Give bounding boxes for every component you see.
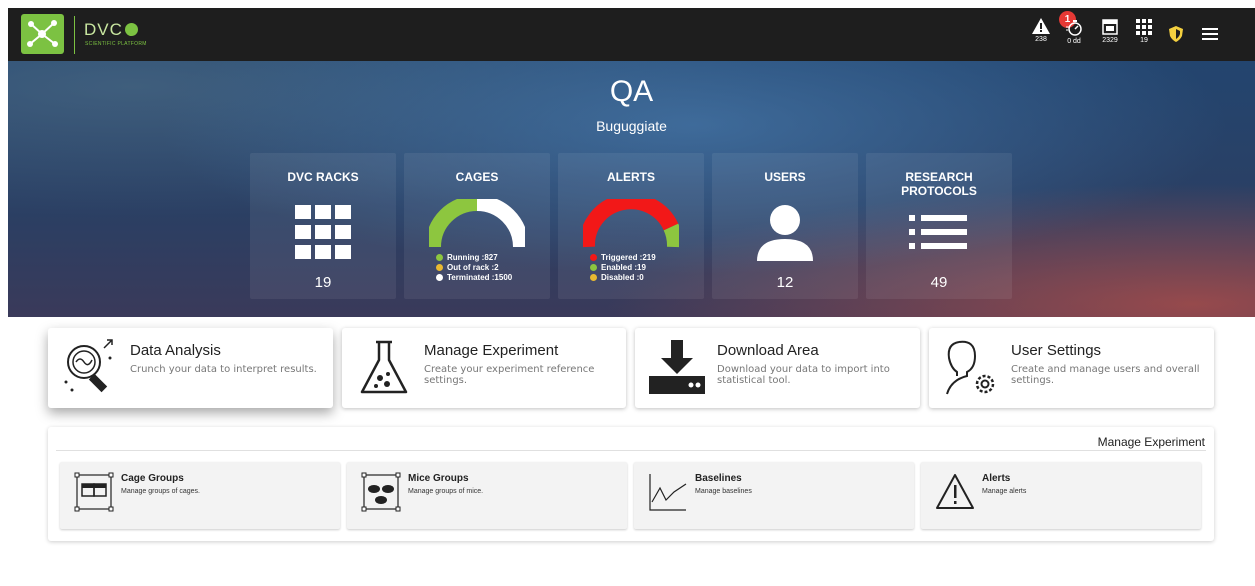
facility-location: Buguggiate — [596, 118, 667, 134]
stat-alerts[interactable]: ALERTS Triggered :219 Enabled :19 Disabl… — [558, 153, 704, 299]
mice-group-icon — [361, 472, 401, 512]
magnifier-chart-icon — [64, 339, 113, 393]
tile-title: Baselines — [695, 473, 742, 484]
stopwatch-icon — [1066, 20, 1082, 36]
stat-racks-value: 19 — [314, 274, 332, 291]
tile-cage-groups[interactable]: Cage Groups Manage groups of cages. — [60, 462, 340, 529]
logo-icon[interactable] — [21, 14, 64, 54]
racks-grid-icon — [295, 205, 351, 259]
stat-cages-title: CAGES — [455, 170, 499, 184]
menu-icon — [1202, 28, 1218, 40]
user-gear-icon — [946, 340, 995, 395]
facility-title: QA — [609, 75, 654, 108]
brand-subtitle: SCIENTIFIC PLATFORM — [85, 41, 147, 47]
legend-enabled: Enabled :19 — [601, 263, 646, 272]
card-title: Data Analysis — [130, 342, 221, 359]
user-icon — [757, 205, 813, 261]
cage-group-icon — [74, 472, 114, 512]
legend-triggered: Triggered :219 — [601, 253, 656, 262]
cages-gauge — [429, 199, 525, 248]
legend-running: Running :827 — [447, 253, 498, 262]
tile-title: Mice Groups — [408, 473, 469, 484]
logo-divider — [74, 16, 75, 54]
cages-toolbar-item[interactable]: 2329 — [1095, 18, 1125, 44]
cages-count: 2329 — [1102, 37, 1118, 44]
tile-alerts[interactable]: Alerts Manage alerts — [921, 462, 1201, 529]
card-description: Create your experiment reference setting… — [424, 364, 595, 386]
tile-mice-groups[interactable]: Mice Groups Manage groups of mice. — [347, 462, 627, 529]
brand-name: DVC — [84, 20, 138, 40]
line-chart-icon — [649, 474, 687, 511]
flask-icon — [360, 340, 408, 394]
manage-experiment-section: Manage Experiment Cage Groups Manage gro… — [48, 427, 1214, 541]
stat-cages[interactable]: CAGES Running :827 Out of rack :2 Termin… — [404, 153, 550, 299]
stat-users-value: 12 — [776, 274, 794, 291]
top-navbar: DVC SCIENTIFIC PLATFORM 238 1 0 dd 2329 … — [8, 8, 1255, 61]
security-toolbar-item[interactable] — [1161, 25, 1191, 43]
card-description: Create and manage users and overall sett… — [1011, 364, 1200, 386]
timer-value: 0 dd — [1067, 38, 1081, 45]
timer-toolbar-item[interactable]: 0 dd — [1059, 19, 1089, 45]
shield-icon — [1169, 26, 1183, 42]
legend-out-of-rack: Out of rack :2 — [447, 263, 499, 272]
tile-description: Manage alerts — [982, 488, 1027, 495]
section-title: Manage Experiment — [1097, 435, 1205, 449]
stat-dvc-racks[interactable]: DVC RACKS 19 — [250, 153, 396, 299]
card-description: Crunch your data to interpret results. — [130, 364, 317, 375]
racks-count: 19 — [1140, 37, 1148, 44]
warning-icon — [1032, 18, 1050, 34]
tile-description: Manage groups of cages. — [121, 488, 200, 495]
card-manage-experiment[interactable]: Manage Experiment Create your experiment… — [342, 328, 626, 408]
stat-users[interactable]: USERS 12 — [712, 153, 858, 299]
cage-icon — [1102, 19, 1118, 35]
racks-toolbar-item[interactable]: 19 — [1129, 18, 1159, 44]
tile-description: Manage groups of mice. — [408, 488, 484, 495]
legend-terminated: Terminated :1500 — [447, 273, 513, 282]
alerts-gauge — [583, 199, 679, 248]
card-download-area[interactable]: Download Area Download your data to impo… — [635, 328, 920, 408]
section-divider — [56, 450, 1206, 451]
stat-users-title: USERS — [764, 170, 806, 184]
tile-title: Cage Groups — [121, 473, 184, 484]
card-user-settings[interactable]: User Settings Create and manage users an… — [929, 328, 1214, 408]
list-icon — [909, 215, 967, 249]
menu-toolbar-item[interactable] — [1195, 27, 1225, 41]
alerts-count: 238 — [1035, 36, 1047, 43]
legend-disabled: Disabled :0 — [601, 273, 644, 282]
hero-banner: QA Buguggiate DVC RACKS 19 CAGES Running… — [8, 61, 1255, 317]
tile-title: Alerts — [982, 473, 1011, 484]
download-icon — [649, 340, 705, 394]
tile-description: Manage baselines — [695, 488, 752, 495]
card-title: Download Area — [717, 342, 819, 359]
alerts-legend: Triggered :219 Enabled :19 Disabled :0 — [590, 253, 656, 283]
alerts-toolbar-item[interactable]: 238 — [1026, 17, 1056, 43]
stat-protocols-title: RESEARCH PROTOCOLS — [901, 170, 977, 198]
card-data-analysis[interactable]: Data Analysis Crunch your data to interp… — [48, 328, 333, 408]
stat-research-protocols[interactable]: RESEARCH PROTOCOLS 49 — [866, 153, 1012, 299]
stat-racks-title: DVC RACKS — [287, 170, 359, 184]
card-description: Download your data to import into statis… — [717, 364, 890, 386]
grid-icon — [1136, 19, 1152, 35]
card-title: Manage Experiment — [424, 342, 559, 359]
warning-triangle-icon — [936, 474, 974, 509]
cages-legend: Running :827 Out of rack :2 Terminated :… — [436, 253, 512, 283]
stat-protocols-value: 49 — [930, 274, 948, 291]
stat-alerts-title: ALERTS — [607, 170, 655, 184]
tile-baselines[interactable]: Baselines Manage baselines — [634, 462, 914, 529]
card-title: User Settings — [1011, 342, 1102, 359]
